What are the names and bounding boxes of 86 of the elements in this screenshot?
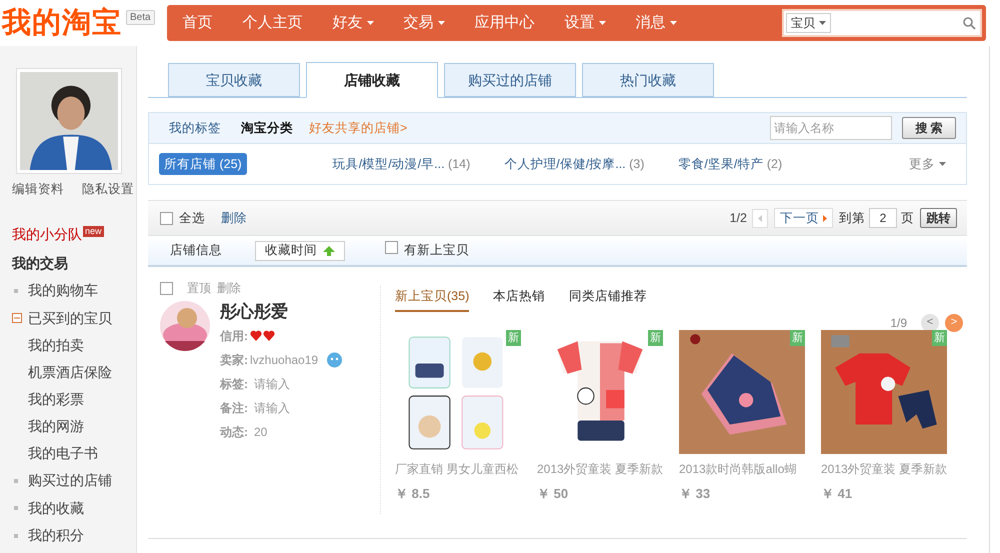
new-badge: 新 [648,330,663,346]
logo[interactable]: 我的淘宝 [0,8,122,38]
filter-tab[interactable]: 我的标签 [169,118,221,138]
nav-item[interactable]: 交易 [404,12,445,34]
category-link[interactable]: 零食/坚果/特产 (2) [678,154,782,174]
arrow-right-icon [823,214,827,222]
field-label: 卖家: [220,352,248,368]
sidebar-item[interactable]: 我的网游 [12,412,136,440]
caret-icon [819,21,826,25]
search-field[interactable]: 宝贝 [782,9,982,37]
new-badge: new [83,226,104,237]
product-price: ￥ 41 [821,484,854,503]
field-label: 动态: [220,424,248,440]
beta-badge: Beta [126,10,155,25]
sidebar-heading: 我的交易 [12,254,69,273]
search-button[interactable]: 搜 索 [902,117,956,139]
new-badge: 新 [506,330,521,346]
next-page-button[interactable]: 下一页 [774,208,833,228]
sort-button[interactable]: 收藏时间 [255,240,345,260]
shop-name[interactable]: 彤心彤爱 [220,301,344,323]
sidebar-item[interactable]: 已买到的宝贝 [28,308,112,328]
new-badge: 新 [790,330,805,346]
product-price: ￥ 33 [679,484,712,503]
sidebar-item[interactable]: 我的收藏 [28,498,84,518]
nav-item[interactable]: 首页 [182,12,213,34]
scope-dropdown[interactable]: 宝贝 [786,13,831,33]
shop-tab[interactable]: 新上宝贝(35) [395,287,470,312]
checkbox[interactable] [385,241,398,254]
tab[interactable]: 宝贝收藏 [168,63,300,97]
arrow-up-icon [323,246,335,256]
shop-info-header: 店铺信息 [170,242,222,260]
shop-tab[interactable]: 同类店铺推荐 [569,287,648,312]
shop-tab[interactable]: 本店热销 [493,287,546,312]
tab[interactable]: 热门收藏 [582,63,714,97]
product-price: ￥ 50 [537,484,570,503]
field-label: 标签: [220,376,248,392]
select-all-label: 全选 [179,210,205,227]
nav-item[interactable]: 好友 [332,12,374,34]
more-dropdown[interactable]: 更多 [909,154,946,174]
name-search-field[interactable]: 请输入名称 [770,116,892,140]
nav-item[interactable]: 个人主页 [242,12,303,34]
prev-button[interactable]: < [921,314,939,332]
bullet-icon [14,506,18,510]
page-unit-label: 页 [901,210,914,227]
field-label: 信用: [220,328,248,344]
page-indicator: 1/2 [730,210,747,227]
prev-page-button[interactable] [752,208,768,228]
page-number-field[interactable]: 2 [869,208,897,228]
sidebar-item[interactable]: 我的积分 [28,525,84,546]
checkbox[interactable] [160,212,173,224]
bullet-icon [14,478,18,482]
sidebar-item[interactable]: 购买过的店铺 [28,470,112,491]
chat-icon[interactable] [326,351,344,368]
collapse-icon[interactable] [12,313,22,323]
caret-icon [939,162,946,166]
category-link[interactable]: 玩具/模型/动漫/早... (14) [332,154,470,174]
goto-label: 到第 [839,210,865,227]
filter-tab[interactable]: 淘宝分类 [241,118,293,138]
sidebar-item[interactable]: 机票酒店保险 [12,358,136,386]
profile-link[interactable]: 隐私设置 [82,180,134,199]
arrow-left-icon [758,214,762,222]
new-items-label: 有新上宝贝 [404,242,469,260]
bullet-icon [14,534,18,538]
category-link[interactable]: 个人护理/保健/按摩... (3) [504,154,644,174]
nav-item[interactable]: 消息 [636,12,677,34]
sidebar-item[interactable]: 我的拍卖 [12,332,136,359]
sidebar-item[interactable]: 我的电子书 [12,440,136,467]
search-icon[interactable] [963,16,976,30]
nav-item[interactable]: 设置 [564,12,606,34]
delete-link[interactable]: 删除 [221,208,247,228]
sidebar-item[interactable]: 我的小分队 [12,224,82,246]
tab[interactable]: 店铺收藏 [306,62,438,98]
new-badge: 新 [932,330,947,346]
credit-hearts-icon [250,330,276,341]
sidebar-item[interactable]: 我的彩票 [12,386,136,413]
profile-link[interactable]: 编辑资料 [12,180,64,199]
bullet-icon [14,288,18,292]
product-price: ￥ 8.5 [395,484,431,503]
sidebar-item[interactable]: 我的购物车 [28,280,98,301]
category-link[interactable]: 所有店铺 (25) [159,152,247,176]
field-label: 备注: [220,400,248,416]
checkbox[interactable] [160,282,173,294]
jump-button[interactable]: 跳转 [920,208,957,228]
product-pager: 1/9 [890,314,907,332]
tab[interactable]: 购买过的店铺 [444,63,576,97]
nav-item[interactable]: 应用中心 [474,12,535,34]
